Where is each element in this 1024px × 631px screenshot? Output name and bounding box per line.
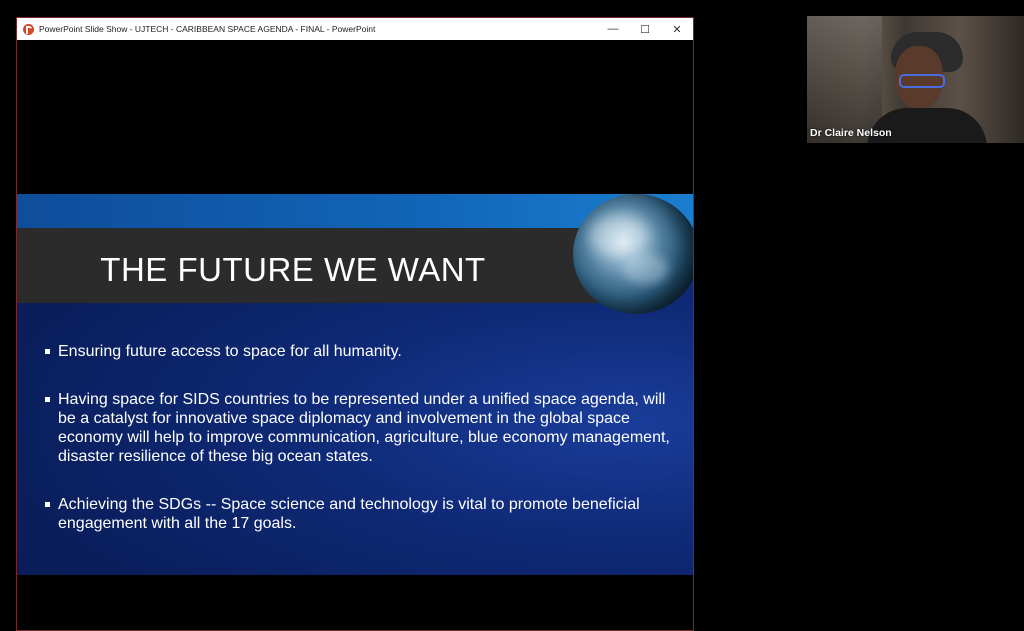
slide[interactable]: THE FUTURE WE WANT Ensuring future acces…: [17, 194, 693, 575]
window-titlebar[interactable]: PowerPoint Slide Show - UJTECH - CARIBBE…: [17, 18, 693, 40]
background-shelf: [807, 16, 882, 143]
slide-title: THE FUTURE WE WANT: [100, 251, 486, 288]
window-controls: — ☐ ✕: [597, 18, 693, 40]
close-button[interactable]: ✕: [661, 18, 693, 40]
participant-name: Dr Claire Nelson: [810, 127, 892, 139]
bullet-item: Achieving the SDGs -- Space science and …: [45, 495, 675, 533]
participant-video-tile[interactable]: Dr Claire Nelson: [807, 16, 1024, 143]
window-title: PowerPoint Slide Show - UJTECH - CARIBBE…: [39, 24, 376, 34]
maximize-button[interactable]: ☐: [629, 18, 661, 40]
bullet-item: Having space for SIDS countries to be re…: [45, 390, 675, 466]
bullet-item: Ensuring future access to space for all …: [45, 342, 675, 361]
minimize-button[interactable]: —: [597, 18, 629, 40]
earth-globe-image: [573, 194, 693, 314]
powerpoint-window: PowerPoint Slide Show - UJTECH - CARIBBE…: [16, 17, 694, 631]
slide-bullet-list: Ensuring future access to space for all …: [45, 342, 675, 562]
powerpoint-icon: [23, 23, 34, 35]
glasses: [899, 74, 945, 88]
